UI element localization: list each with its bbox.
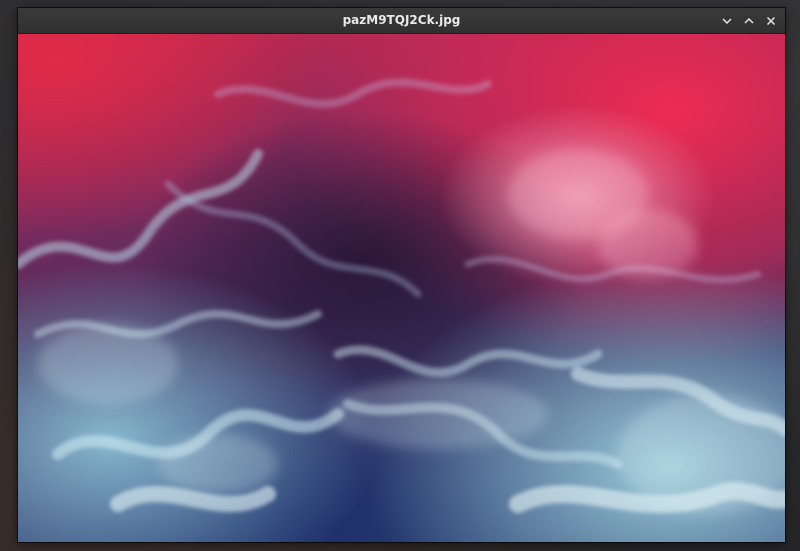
- image-canvas[interactable]: [18, 34, 785, 542]
- window-title: pazM9TQJ2Ck.jpg: [342, 13, 461, 27]
- displayed-photo: [18, 34, 785, 542]
- close-button[interactable]: [763, 13, 779, 29]
- chevron-up-icon: [744, 17, 754, 24]
- window-controls: [719, 8, 779, 33]
- image-viewer-window: pazM9TQJ2Ck.jpg: [18, 8, 785, 542]
- chevron-down-icon: [722, 17, 732, 24]
- close-icon: [766, 16, 776, 25]
- maximize-button[interactable]: [741, 13, 757, 29]
- minimize-button[interactable]: [719, 13, 735, 29]
- title-bar[interactable]: pazM9TQJ2Ck.jpg: [18, 8, 785, 34]
